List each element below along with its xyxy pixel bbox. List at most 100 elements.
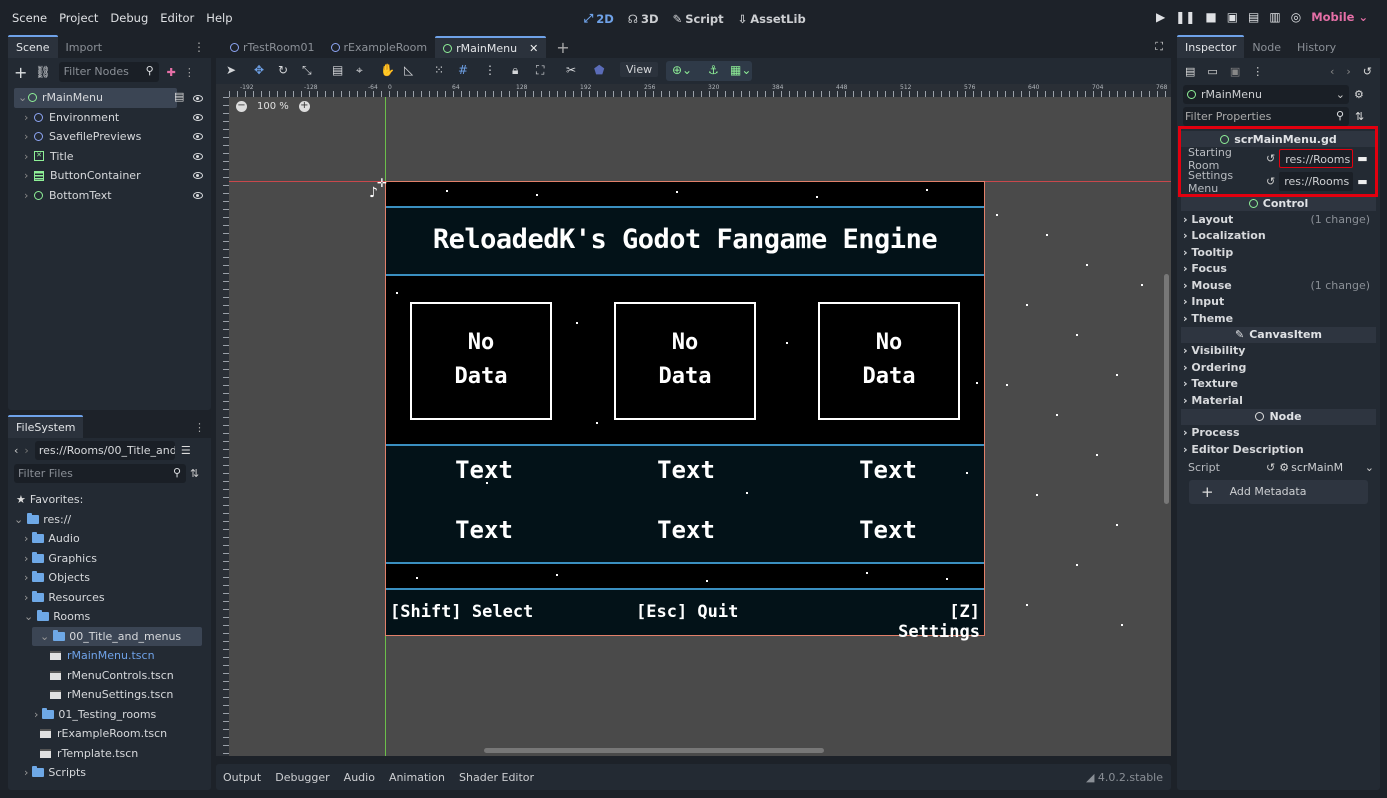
save-slot-2[interactable]: No Data bbox=[614, 302, 756, 420]
add-metadata-button[interactable]: + Add Metadata bbox=[1189, 479, 1368, 504]
prop-layout[interactable]: › Layout (1 change) bbox=[1177, 211, 1380, 228]
tree-node[interactable]: › ✕ Title bbox=[8, 147, 211, 167]
select-tool-icon[interactable]: ➤ bbox=[226, 63, 236, 77]
tree-node[interactable]: › Environment bbox=[8, 108, 211, 128]
script-field[interactable]: scrMainM bbox=[1291, 461, 1343, 474]
canvas-viewport[interactable]: -192 -128 -64 0 64 128 192 256 320 384 4… bbox=[216, 84, 1171, 756]
button-text[interactable]: Text bbox=[628, 456, 744, 484]
scale-tool-icon[interactable]: ⤡ bbox=[302, 63, 312, 78]
mode-3d-button[interactable]: ☊ 3D bbox=[628, 12, 659, 26]
forward-icon[interactable]: › bbox=[24, 444, 28, 457]
skeleton-icon[interactable]: ✂ bbox=[566, 63, 576, 77]
tab-import[interactable]: Import bbox=[58, 37, 111, 58]
play-scene-icon[interactable]: ▤ bbox=[1248, 10, 1259, 24]
object-selector[interactable]: rMainMenu ⌄ bbox=[1183, 84, 1349, 104]
tree-node[interactable]: › ButtonContainer bbox=[8, 166, 211, 186]
anchor-icon[interactable]: ♪ bbox=[369, 185, 378, 201]
close-icon[interactable]: ✕ bbox=[529, 42, 538, 55]
attach-script-icon[interactable]: ✚ bbox=[167, 66, 176, 79]
prop-texture[interactable]: › Texture bbox=[1177, 376, 1380, 393]
button-text[interactable]: Text bbox=[628, 516, 744, 544]
zoom-out-icon[interactable]: − bbox=[236, 101, 247, 112]
folder-item[interactable]: › Audio bbox=[8, 529, 211, 549]
tab-scene[interactable]: Scene bbox=[8, 35, 58, 58]
tree-node[interactable]: › SavefilePreviews bbox=[8, 127, 211, 147]
horizontal-scrollbar[interactable] bbox=[484, 748, 824, 753]
prop-theme[interactable]: › Theme bbox=[1177, 310, 1380, 327]
menu-dots-icon[interactable]: ⋮ bbox=[1252, 65, 1263, 78]
prop-mouse[interactable]: › Mouse (1 change) bbox=[1177, 277, 1380, 294]
lock-icon[interactable]: 🔒︎ bbox=[512, 63, 518, 78]
tab-inspector[interactable]: Inspector bbox=[1177, 35, 1245, 58]
menu-dots-icon[interactable]: ⋮ bbox=[193, 40, 205, 54]
zoom-in-icon[interactable]: + bbox=[298, 101, 310, 112]
filter-properties-input[interactable]: Filter Properties ⚲ bbox=[1183, 106, 1349, 126]
folder-item[interactable]: › 01_Testing_rooms bbox=[8, 705, 211, 725]
filter-files-input[interactable]: Filter Files ⚲ bbox=[14, 463, 186, 483]
folder-item[interactable]: › Objects bbox=[8, 568, 211, 588]
path-field[interactable]: res://Rooms/00_Title_and_ bbox=[34, 440, 175, 460]
visibility-eye-icon[interactable] bbox=[193, 113, 203, 121]
object-properties-icon[interactable]: ⚙ bbox=[1354, 88, 1364, 101]
node-section-header[interactable]: Node bbox=[1181, 408, 1376, 425]
tab-filesystem[interactable]: FileSystem bbox=[8, 415, 84, 438]
grid-snap-icon[interactable]: # bbox=[458, 63, 468, 77]
list-select-icon[interactable]: ▤ bbox=[332, 63, 343, 77]
file-item[interactable]: rTemplate.tscn bbox=[8, 744, 211, 764]
anchor-icon[interactable]: ⚓ bbox=[708, 63, 719, 77]
menu-dots-icon[interactable]: ⋮ bbox=[484, 63, 496, 77]
prop-tooltip[interactable]: › Tooltip bbox=[1177, 244, 1380, 261]
remote-debug-icon[interactable]: ▣ bbox=[1227, 10, 1238, 24]
menu-debug[interactable]: Debug bbox=[110, 11, 148, 25]
expand-arrow-icon[interactable]: › bbox=[24, 189, 34, 202]
canvasitem-section-header[interactable]: ✎ CanvasItem bbox=[1181, 326, 1376, 343]
expand-arrow-icon[interactable]: › bbox=[24, 111, 34, 124]
inspector-options-icon[interactable]: ⇅ bbox=[1355, 110, 1364, 123]
prop-process[interactable]: › Process bbox=[1177, 425, 1380, 442]
stop-icon[interactable]: ■ bbox=[1205, 10, 1216, 24]
filter-nodes-input[interactable]: Filter Nodes ⚲ bbox=[58, 62, 159, 82]
control-section-header[interactable]: Control bbox=[1181, 195, 1376, 211]
sort-icon[interactable]: ⇅ bbox=[190, 467, 199, 480]
tab-animation[interactable]: Animation bbox=[389, 771, 445, 784]
script-attached-icon[interactable]: ▤ bbox=[174, 90, 184, 103]
tab-output[interactable]: Output bbox=[223, 771, 261, 784]
play-icon[interactable]: ▶ bbox=[1156, 10, 1165, 24]
add-node-icon[interactable]: + bbox=[14, 63, 27, 82]
tree-node-root[interactable]: ⌄ rMainMenu bbox=[14, 88, 177, 108]
button-text[interactable]: Text bbox=[426, 456, 542, 484]
menu-dots-icon[interactable]: ⋮ bbox=[184, 66, 195, 79]
button-text[interactable]: Text bbox=[830, 516, 946, 544]
tab-debugger[interactable]: Debugger bbox=[275, 771, 329, 784]
save-slot-1[interactable]: No Data bbox=[410, 302, 552, 420]
save-icon[interactable]: ▣ bbox=[1230, 65, 1240, 78]
camera-override-icon[interactable]: ⬟ bbox=[594, 63, 604, 77]
history-back-icon[interactable]: ‹ bbox=[1330, 65, 1334, 78]
visibility-eye-icon[interactable] bbox=[193, 152, 203, 160]
folder-item[interactable]: › Scripts bbox=[8, 763, 211, 783]
file-item[interactable]: rMainMenu.tscn bbox=[8, 646, 211, 666]
renderer-select[interactable]: Mobile ⌄ bbox=[1311, 10, 1368, 24]
menu-editor[interactable]: Editor bbox=[160, 11, 194, 25]
expand-arrow-icon[interactable]: › bbox=[24, 130, 34, 143]
tree-node[interactable]: › BottomText bbox=[8, 186, 211, 206]
distraction-free-icon[interactable]: ⛶ bbox=[1155, 40, 1163, 54]
link-icon[interactable]: ⛓ bbox=[35, 65, 50, 79]
visibility-eye-icon[interactable] bbox=[193, 95, 203, 102]
zoom-level[interactable]: 100 % bbox=[257, 101, 289, 112]
folder-item[interactable]: ⌄ Rooms bbox=[8, 607, 211, 627]
smart-snap-icon[interactable]: ⁙ bbox=[434, 63, 444, 77]
expand-arrow-icon[interactable]: › bbox=[24, 150, 34, 163]
menu-help[interactable]: Help bbox=[206, 11, 232, 25]
favorites-item[interactable]: ★ Favorites: bbox=[8, 490, 211, 510]
group-icon[interactable]: ⛶ bbox=[536, 63, 544, 78]
prop-localization[interactable]: › Localization bbox=[1177, 228, 1380, 245]
move-tool-icon[interactable]: ✥ bbox=[254, 63, 264, 77]
split-view-icon[interactable]: ☰ bbox=[181, 444, 191, 457]
mode-script-button[interactable]: ✎ Script bbox=[673, 12, 724, 26]
history-forward-icon[interactable]: › bbox=[1346, 65, 1350, 78]
expand-arrow-icon[interactable]: › bbox=[24, 169, 34, 182]
prop-material[interactable]: › Material bbox=[1177, 392, 1380, 409]
file-item[interactable]: rExampleRoom.tscn bbox=[8, 724, 211, 744]
collapse-arrow-icon[interactable]: ⌄ bbox=[18, 91, 28, 104]
